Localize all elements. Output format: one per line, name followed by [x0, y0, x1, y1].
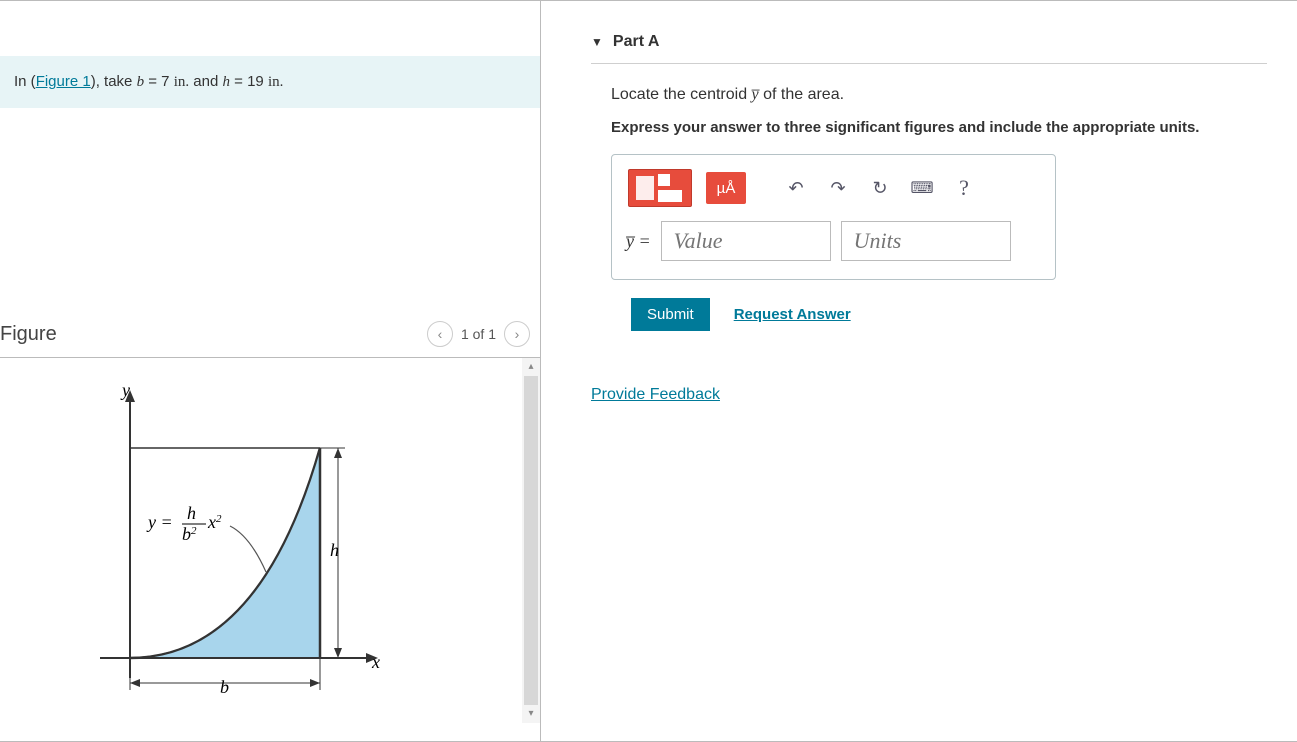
figure-scrollbar[interactable]: ▴ ▾	[522, 358, 540, 723]
figure-link[interactable]: Figure 1	[36, 73, 91, 90]
text: = 7	[144, 73, 174, 90]
caret-down-icon: ▼	[591, 35, 603, 49]
scroll-up-icon[interactable]: ▴	[522, 358, 540, 376]
svg-text:h: h	[187, 503, 196, 523]
figure-body: ▴ ▾	[0, 358, 540, 723]
figure-title: Figure	[0, 323, 57, 346]
curve-equation: y = h b2 x2	[146, 503, 222, 544]
value-input[interactable]	[661, 221, 831, 261]
redo-icon[interactable]: ↷	[824, 174, 852, 202]
dim-b-label: b	[220, 677, 229, 697]
axis-x-label: x	[371, 652, 380, 672]
templates-icon[interactable]	[628, 169, 692, 207]
undo-icon[interactable]: ↶	[782, 174, 810, 202]
figure-pager: 1 of 1	[461, 326, 496, 342]
provide-feedback-link[interactable]: Provide Feedback	[591, 386, 720, 403]
text: ), take	[91, 73, 137, 90]
units-picker-button[interactable]: µÅ	[706, 172, 746, 204]
ybar-symbol: y̅	[752, 86, 759, 103]
text: In (	[14, 73, 36, 90]
request-answer-link[interactable]: Request Answer	[734, 306, 851, 323]
reset-icon[interactable]: ↻	[866, 174, 894, 202]
figure-image: h b y x y = h b2	[80, 378, 400, 708]
svg-text:x2: x2	[207, 512, 222, 532]
part-label: Part A	[613, 33, 660, 51]
question-text: Locate the centroid y̅ of the area.	[611, 86, 1267, 104]
keyboard-icon[interactable]: ⌨	[908, 174, 936, 202]
svg-text:y =: y =	[146, 512, 173, 532]
figure-prev-button[interactable]: ‹	[427, 321, 453, 347]
help-button[interactable]: ?	[950, 174, 978, 202]
scroll-thumb[interactable]	[524, 376, 538, 705]
axis-y-label: y	[120, 380, 130, 400]
figure-next-button[interactable]: ›	[504, 321, 530, 347]
problem-statement: In (Figure 1), take b = 7 in. and h = 19…	[0, 56, 540, 108]
scroll-down-icon[interactable]: ▾	[522, 705, 540, 723]
var-h: h	[222, 74, 230, 90]
text: = 19	[230, 73, 268, 90]
units-input[interactable]	[841, 221, 1011, 261]
unit: in.	[268, 74, 283, 90]
dim-h-label: h	[330, 540, 339, 560]
answer-variable-label: y̅ =	[626, 231, 651, 252]
text: and	[189, 73, 222, 90]
part-a-header[interactable]: ▼ Part A	[591, 21, 1267, 64]
var-b: b	[137, 74, 145, 90]
instruction-text: Express your answer to three significant…	[611, 119, 1267, 136]
unit: in.	[174, 74, 189, 90]
answer-box: µÅ ↶ ↷ ↻ ⌨ ? y̅ =	[611, 154, 1056, 280]
svg-text:b2: b2	[182, 524, 197, 544]
submit-button[interactable]: Submit	[631, 298, 710, 331]
